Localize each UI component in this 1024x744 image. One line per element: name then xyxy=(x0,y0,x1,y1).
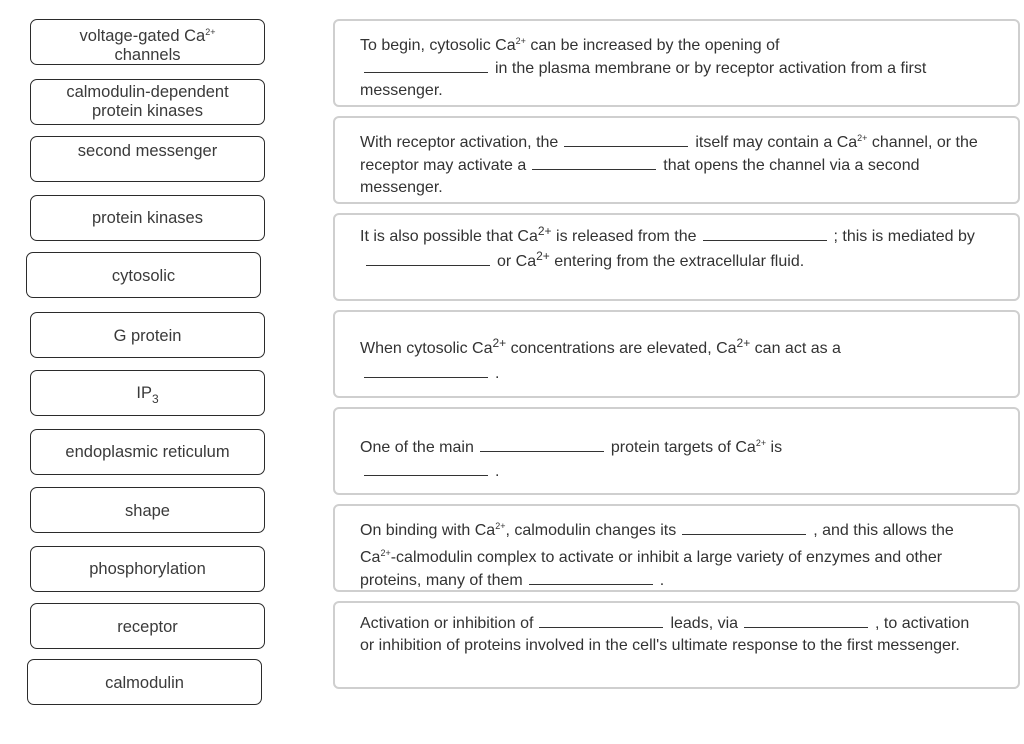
sentence-box-4: When cytosolic Ca2+ concentrations are e… xyxy=(333,310,1020,398)
drop-blank[interactable] xyxy=(364,460,488,476)
term-text: IP xyxy=(136,384,152,402)
sentence-box-3: It is also possible that Ca2+ is release… xyxy=(333,213,1020,301)
superscript: 2+ xyxy=(492,336,507,350)
sentence-box-7: Activation or inhibition of leads, via, t… xyxy=(333,601,1020,689)
text: . xyxy=(659,572,665,589)
drop-blank[interactable] xyxy=(539,612,664,628)
sentence-text: To begin, cytosolic Ca2+ can be increase… xyxy=(360,30,978,102)
drop-blank[interactable] xyxy=(682,519,807,535)
sentence-text: It is also possible that Ca2+ is release… xyxy=(360,224,978,274)
sentence-text: On binding with Ca2+, calmodulin changes… xyxy=(360,515,978,592)
drop-blank[interactable] xyxy=(366,250,490,266)
term-chip-label: shape xyxy=(125,502,170,520)
superscript: 2+ xyxy=(736,336,751,350)
term-text: channels xyxy=(114,46,181,64)
term-chip-label: cytosolic xyxy=(111,267,176,285)
text: With receptor activation, the xyxy=(360,134,559,151)
term-chip-label: calmodulin xyxy=(105,674,184,692)
superscript: 2+ xyxy=(536,249,550,263)
text: Activation or inhibition of xyxy=(360,615,534,632)
term-chip-protein-kinases[interactable]: protein kinases xyxy=(30,195,265,241)
text: leads, via xyxy=(670,615,739,632)
term-chip-label: phosphorylation xyxy=(89,560,206,578)
superscript: 2+ xyxy=(495,521,506,531)
text: concentrations are elevated, Ca xyxy=(506,340,737,357)
drop-blank[interactable] xyxy=(744,612,869,628)
term-chip-label: receptor xyxy=(117,618,178,636)
term-chip-ip3[interactable]: IP3 xyxy=(30,370,265,416)
text: It is also possible that Ca xyxy=(360,228,538,245)
text: can be increased by the opening of xyxy=(525,37,780,54)
term-chip-phosphorylation[interactable]: phosphorylation xyxy=(30,546,265,592)
sentence-box-2: With receptor activation, the itself may … xyxy=(333,116,1020,204)
term-chip-label: G protein xyxy=(113,327,182,345)
drop-blank[interactable] xyxy=(364,57,488,73)
sentence-text: With receptor activation, the itself may … xyxy=(360,127,978,199)
drop-blank[interactable] xyxy=(479,436,604,452)
term-text: calmodulin-dependent xyxy=(66,83,229,101)
drop-blank[interactable] xyxy=(532,154,657,170)
drop-blank[interactable] xyxy=(528,569,653,585)
term-chip-label: calmodulin-dependent protein kinases xyxy=(31,83,264,121)
subscript: 3 xyxy=(151,392,159,406)
sentence-text: One of the main protein targets of Ca2+ i… xyxy=(360,431,978,484)
sentence-text: When cytosolic Ca2+ concentrations are e… xyxy=(360,336,928,386)
text: is xyxy=(766,439,783,456)
term-chip-g-protein[interactable]: G protein xyxy=(30,312,265,358)
superscript: 2+ xyxy=(537,224,552,238)
text: When cytosolic Ca xyxy=(360,340,493,357)
sentence-box-1: To begin, cytosolic Ca2+ can be increase… xyxy=(333,19,1020,107)
term-chip-label: second messenger xyxy=(77,142,218,160)
drop-blank[interactable] xyxy=(564,131,689,147)
term-chip-calmodulin[interactable]: calmodulin xyxy=(27,659,262,705)
text: To begin, cytosolic Ca xyxy=(360,37,516,54)
text: can act as a xyxy=(750,340,841,357)
term-chip-label: voltage-gated Ca2+ channels xyxy=(31,23,264,65)
text: protein targets of Ca xyxy=(610,439,756,456)
text: One of the main xyxy=(360,439,474,456)
term-chip-shape[interactable]: shape xyxy=(30,487,265,533)
superscript: 2+ xyxy=(755,438,767,448)
term-chip-endoplasmic-reticulum[interactable]: endoplasmic reticulum xyxy=(30,429,265,475)
term-chip-label: endoplasmic reticulum xyxy=(65,443,230,461)
superscript: 2+ xyxy=(857,133,868,143)
text: On binding with Ca xyxy=(360,522,496,539)
drop-blank[interactable] xyxy=(702,225,827,241)
sentence-box-6: On binding with Ca2+, calmodulin changes… xyxy=(333,504,1020,592)
drop-blank[interactable] xyxy=(364,362,488,378)
text: . xyxy=(495,463,500,480)
text: ; this is mediated by xyxy=(833,228,975,245)
sentence-box-5: One of the main protein targets of Ca2+ i… xyxy=(333,407,1020,495)
text: . xyxy=(495,365,500,382)
superscript: 2+ xyxy=(205,27,216,37)
text: itself may contain a Ca xyxy=(695,134,858,151)
text: entering from the extracellular fluid. xyxy=(549,253,805,270)
sentence-text: Activation or inhibition of leads, via, t… xyxy=(360,612,978,657)
superscript: 2+ xyxy=(515,36,526,46)
term-chip-label: protein kinases xyxy=(92,209,203,227)
term-text: voltage-gated Ca xyxy=(79,27,206,45)
text: or Ca xyxy=(497,253,537,270)
term-text: protein kinases xyxy=(92,102,203,120)
text: , calmodulin changes its xyxy=(505,522,677,539)
term-chip-label: IP3 xyxy=(31,384,264,409)
term-chip-voltage-gated-ca-channels[interactable]: voltage-gated Ca2+ channels xyxy=(30,19,265,65)
term-chip-calmodulin-dependent-protein-kinases[interactable]: calmodulin-dependent protein kinases xyxy=(30,79,265,125)
term-chip-cytosolic[interactable]: cytosolic xyxy=(26,252,261,298)
term-chip-second-messenger[interactable]: second messenger xyxy=(30,136,265,182)
term-chip-receptor[interactable]: receptor xyxy=(30,603,265,649)
text: is released from the xyxy=(551,228,697,245)
superscript: 2+ xyxy=(380,548,391,558)
